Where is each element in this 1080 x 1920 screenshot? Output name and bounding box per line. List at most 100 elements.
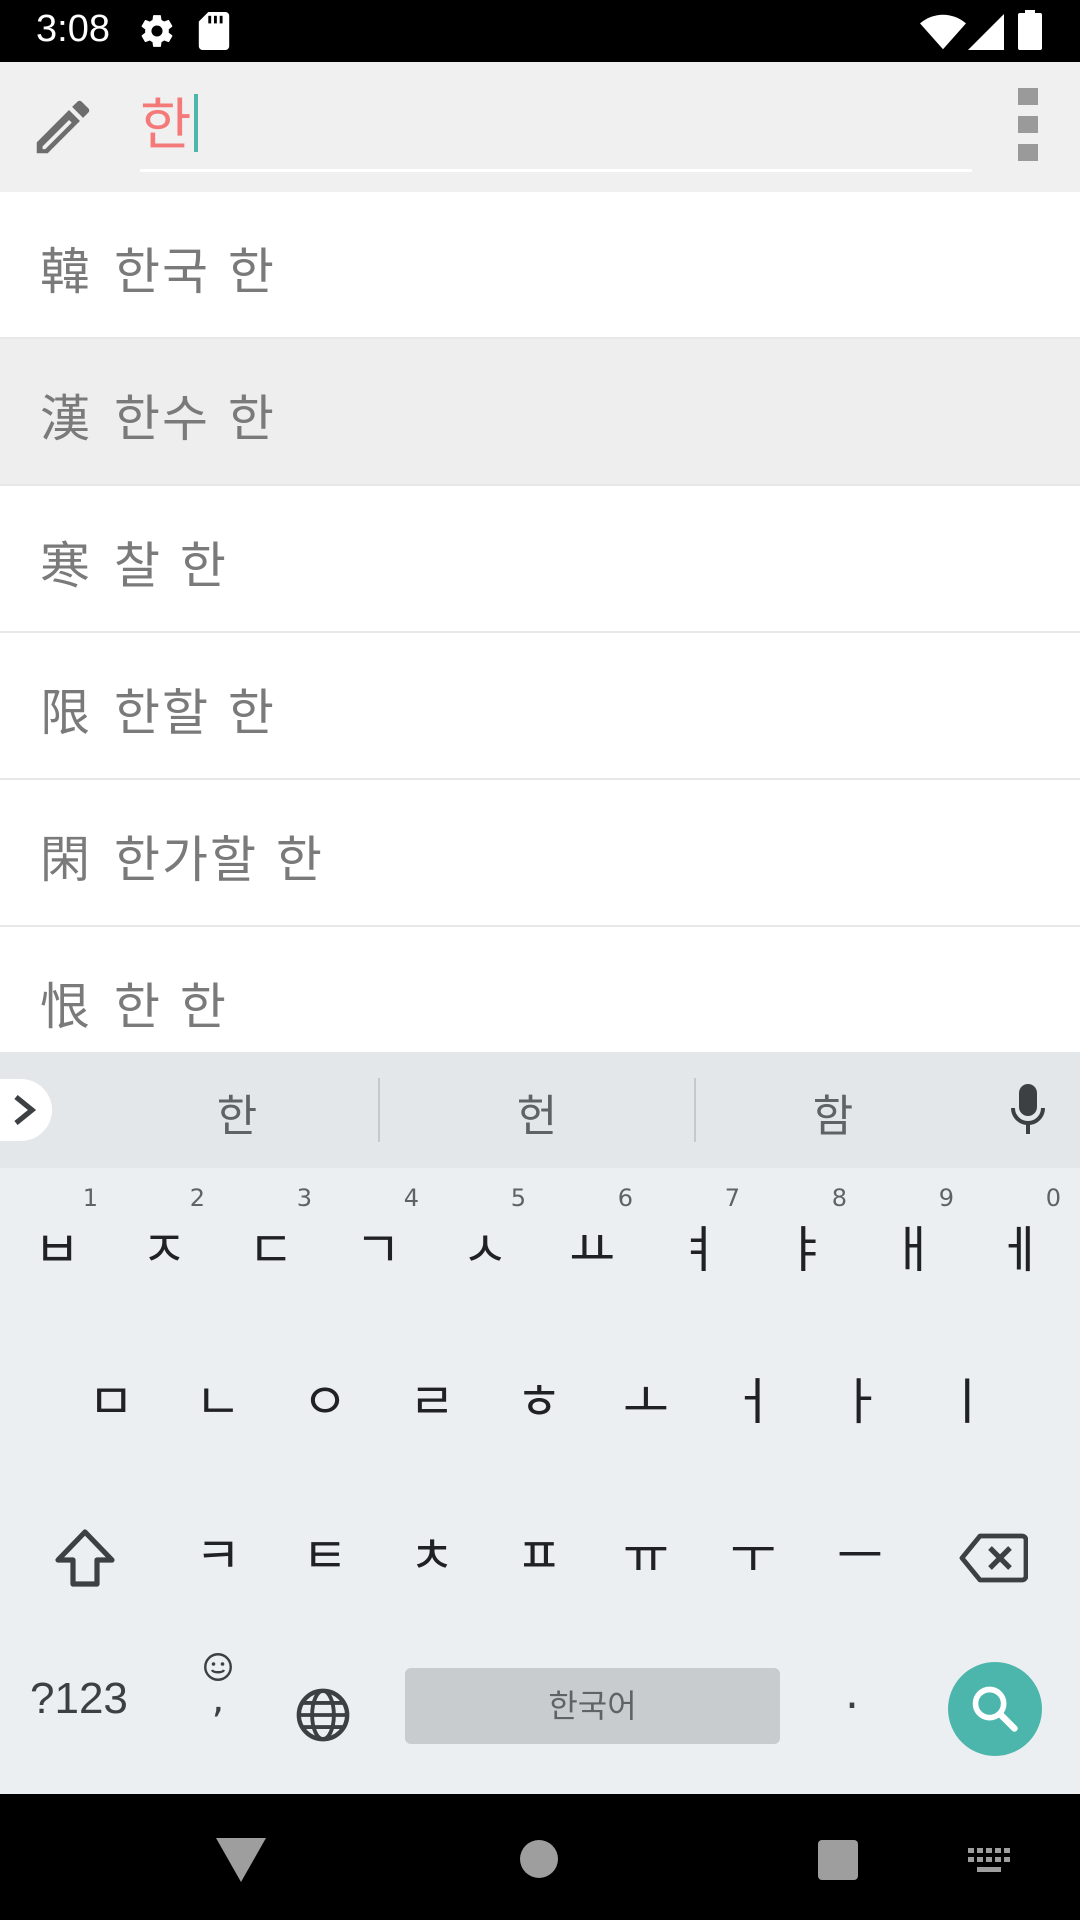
hanja-character: 寒	[40, 537, 92, 595]
period-key[interactable]: .	[845, 1668, 859, 1719]
key-3-6[interactable]: ㅜ	[700, 1482, 806, 1632]
status-time: 3:08	[36, 8, 110, 50]
key-1-5[interactable]: 5ㅅ	[432, 1176, 538, 1326]
suggestion-1[interactable]: 한	[137, 1080, 337, 1144]
key-2-2[interactable]: ㄴ	[165, 1328, 271, 1478]
key-hint: 6	[617, 1184, 633, 1212]
globe-icon[interactable]	[294, 1686, 352, 1744]
search-header: 한	[0, 62, 1080, 192]
home-icon[interactable]	[520, 1840, 558, 1878]
back-icon[interactable]	[216, 1838, 266, 1882]
sd-card-icon	[198, 12, 230, 50]
key-1-8[interactable]: 8ㅑ	[753, 1176, 859, 1326]
key-2-7[interactable]: ㅓ	[700, 1328, 806, 1478]
backspace-icon[interactable]	[958, 1532, 1028, 1584]
key-label: ㅅ	[462, 1221, 508, 1279]
result-list: 韓 한국 한 漢 한수 한 寒 찰 한 限 한할 한 閑 한가할 한 恨 한 한	[0, 192, 1080, 1074]
search-icon	[972, 1686, 1018, 1732]
key-label: ㅠ	[623, 1527, 669, 1585]
key-2-3[interactable]: ㅇ	[272, 1328, 378, 1478]
key-label: ㅛ	[569, 1221, 615, 1279]
list-item[interactable]: 韓 한국 한	[0, 192, 1080, 339]
key-label: ㅣ	[944, 1373, 990, 1431]
gear-icon	[141, 15, 173, 47]
overflow-menu-icon[interactable]	[1018, 88, 1040, 162]
chevron-right-icon	[14, 1095, 37, 1125]
key-1-9[interactable]: 9ㅐ	[860, 1176, 966, 1326]
symbols-key[interactable]: ?123	[30, 1674, 128, 1724]
search-query: 한	[140, 93, 192, 158]
key-label: ㅓ	[730, 1373, 776, 1431]
key-label: ㅐ	[890, 1221, 936, 1279]
key-1-2[interactable]: 2ㅈ	[111, 1176, 217, 1326]
hanja-meaning: 한수 한	[114, 390, 276, 448]
key-label: ㅈ	[141, 1221, 187, 1279]
suggestion-2[interactable]: 헌	[437, 1080, 637, 1144]
key-2-5[interactable]: ㅎ	[486, 1328, 592, 1478]
key-label: ㅂ	[34, 1221, 80, 1279]
suggestion-strip: 한 헌 함	[0, 1052, 1080, 1168]
key-label: ㅊ	[409, 1527, 455, 1585]
key-1-7[interactable]: 7ㅕ	[646, 1176, 752, 1326]
recents-icon[interactable]	[818, 1840, 858, 1880]
key-2-4[interactable]: ㄹ	[379, 1328, 485, 1478]
key-label: ㄷ	[248, 1221, 294, 1279]
pencil-icon	[36, 100, 90, 154]
microphone-icon[interactable]	[1010, 1084, 1046, 1138]
key-label: ㅏ	[837, 1373, 883, 1431]
key-hint: 4	[403, 1184, 419, 1212]
key-label: ㅇ	[302, 1373, 348, 1431]
hanja-meaning: 한국 한	[114, 243, 276, 301]
text-caret	[193, 94, 198, 152]
key-hint: 2	[189, 1184, 205, 1212]
key-label: ㄹ	[409, 1373, 455, 1431]
keyboard-switch-icon[interactable]	[968, 1848, 1010, 1874]
key-label: ㅗ	[623, 1373, 669, 1431]
key-3-7[interactable]: ㅡ	[807, 1482, 913, 1632]
shift-icon[interactable]	[54, 1528, 116, 1588]
hanja-meaning: 한할 한	[114, 684, 276, 742]
key-hint: 1	[82, 1184, 98, 1212]
expand-suggestions-button[interactable]	[0, 1079, 52, 1141]
suggestion-3[interactable]: 함	[733, 1080, 933, 1144]
key-label: ㅜ	[730, 1527, 776, 1585]
list-item[interactable]: 漢 한수 한	[0, 339, 1080, 486]
key-label: ㅍ	[516, 1527, 562, 1585]
key-2-9[interactable]: ㅣ	[914, 1328, 1020, 1478]
search-action-button[interactable]	[948, 1662, 1042, 1756]
hanja-meaning: 한 한	[114, 978, 228, 1036]
hanja-character: 恨	[40, 978, 92, 1036]
hanja-character: 韓	[40, 243, 92, 301]
key-3-1[interactable]: ㅋ	[165, 1482, 271, 1632]
list-item[interactable]: 閑 한가할 한	[0, 780, 1080, 927]
key-label: ㅋ	[195, 1527, 241, 1585]
key-hint: 8	[831, 1184, 847, 1212]
keyboard: 한 헌 함 1ㅂ 2ㅈ 3ㄷ 4ㄱ 5ㅅ 6ㅛ 7ㅕ 8ㅑ 9ㅐ 0ㅔ ㅁ ㄴ …	[0, 1052, 1080, 1794]
key-1-10[interactable]: 0ㅔ	[967, 1176, 1073, 1326]
key-1-3[interactable]: 3ㄷ	[218, 1176, 324, 1326]
list-item[interactable]: 限 한할 한	[0, 633, 1080, 780]
emoji-comma-key[interactable]: ,	[192, 1652, 244, 1722]
key-3-4[interactable]: ㅍ	[486, 1482, 592, 1632]
key-3-5[interactable]: ㅠ	[593, 1482, 699, 1632]
hanja-meaning: 찰 한	[114, 537, 228, 595]
key-1-4[interactable]: 4ㄱ	[325, 1176, 431, 1326]
key-label: ㅡ	[837, 1527, 883, 1585]
key-1-6[interactable]: 6ㅛ	[539, 1176, 645, 1326]
search-input[interactable]: 한	[140, 90, 972, 172]
key-2-6[interactable]: ㅗ	[593, 1328, 699, 1478]
navigation-bar	[0, 1794, 1080, 1920]
key-3-2[interactable]: ㅌ	[272, 1482, 378, 1632]
space-key[interactable]: 한국어	[405, 1668, 780, 1744]
list-item[interactable]: 寒찰 한	[0, 486, 1080, 633]
key-hint: 0	[1045, 1184, 1061, 1212]
key-hint: 9	[938, 1184, 954, 1212]
key-1-1[interactable]: 1ㅂ	[4, 1176, 110, 1326]
key-label: ㅑ	[783, 1221, 829, 1279]
key-2-8[interactable]: ㅏ	[807, 1328, 913, 1478]
comma-label: ,	[211, 1676, 225, 1722]
key-label: ㅎ	[516, 1373, 562, 1431]
key-3-3[interactable]: ㅊ	[379, 1482, 485, 1632]
key-2-1[interactable]: ㅁ	[58, 1328, 164, 1478]
key-label: ㄱ	[355, 1221, 401, 1279]
